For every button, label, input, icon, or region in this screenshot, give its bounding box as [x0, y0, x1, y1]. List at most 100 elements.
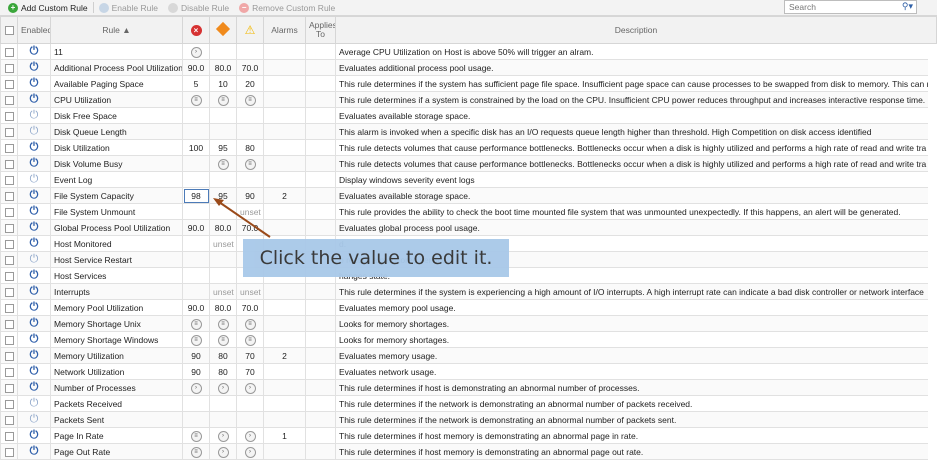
enabled-cell[interactable]: ⏻	[17, 251, 51, 268]
row-checkbox[interactable]	[4, 255, 14, 265]
alarms-count[interactable]	[263, 299, 306, 316]
warning-threshold-cell[interactable]: ≡	[236, 315, 264, 332]
row-checkbox[interactable]	[4, 95, 14, 105]
threshold-value[interactable]: 70	[245, 351, 254, 361]
remove-custom-rule-button[interactable]: − Remove Custom Rule	[234, 0, 340, 16]
row-select-cell[interactable]	[0, 75, 18, 92]
error-threshold-cell[interactable]	[182, 171, 210, 188]
row-select-cell[interactable]	[0, 91, 18, 108]
threshold-value[interactable]: 80	[218, 367, 227, 377]
critical-threshold-cell[interactable]	[209, 251, 237, 268]
expand-threshold-icon[interactable]: ›	[244, 431, 256, 442]
power-on-icon[interactable]: ⏻	[30, 429, 39, 441]
power-on-icon[interactable]: ⏻	[30, 269, 39, 281]
select-all-checkbox[interactable]	[4, 26, 14, 36]
applies-to-cell[interactable]	[305, 363, 336, 380]
alarms-count[interactable]	[263, 219, 306, 236]
row-select-cell[interactable]	[0, 203, 18, 220]
critical-threshold-cell[interactable]: ›	[209, 443, 237, 460]
rule-name[interactable]: Disk Volume Busy	[50, 155, 183, 172]
table-row[interactable]: ⏻ File System Unmount unset This rule provi…	[0, 203, 937, 220]
alarms-count[interactable]	[263, 203, 306, 220]
table-row[interactable]: ⏻ 11 › Average CPU Utilization on Host is a…	[0, 43, 937, 60]
threshold-value[interactable]: 70.0	[242, 63, 259, 73]
list-threshold-icon[interactable]: ≡	[190, 447, 202, 458]
row-checkbox[interactable]	[4, 239, 14, 249]
table-row[interactable]: ⏻ File System Capacity 98 95 90 2 Evaluates av…	[0, 187, 937, 204]
alarms-header[interactable]: Alarms	[263, 16, 306, 44]
power-on-icon[interactable]: ⏻	[30, 221, 39, 233]
critical-threshold-cell[interactable]: ›	[209, 427, 237, 444]
row-checkbox[interactable]	[4, 351, 14, 361]
row-checkbox[interactable]	[4, 271, 14, 281]
alarms-count[interactable]	[263, 315, 306, 332]
table-row[interactable]: ⏻ Memory Shortage Unix ≡ ≡ ≡ Looks for memory…	[0, 315, 937, 332]
warning-threshold-cell[interactable]: 20	[236, 75, 264, 92]
row-select-cell[interactable]	[0, 331, 18, 348]
enabled-cell[interactable]: ⏻	[17, 75, 51, 92]
list-threshold-icon[interactable]: ≡	[244, 319, 256, 330]
row-checkbox[interactable]	[4, 111, 14, 121]
enabled-cell[interactable]: ⏻	[17, 187, 51, 204]
error-threshold-cell[interactable]	[182, 267, 210, 284]
error-threshold-cell[interactable]	[182, 107, 210, 124]
expand-threshold-icon[interactable]: ›	[190, 383, 202, 394]
alarms-count[interactable]	[263, 411, 306, 428]
threshold-value[interactable]: unset	[240, 207, 261, 217]
rule-name[interactable]: Memory Utilization	[50, 347, 183, 364]
row-select-cell[interactable]	[0, 315, 18, 332]
alarms-count[interactable]: 2	[263, 347, 306, 364]
warning-threshold-cell[interactable]: 70.0	[236, 59, 264, 76]
rule-name[interactable]: Global Process Pool Utilization	[50, 219, 183, 236]
error-threshold-cell[interactable]: 90	[182, 363, 210, 380]
rule-name[interactable]: Disk Utilization	[50, 139, 183, 156]
rule-name[interactable]: Host Service Restart	[50, 251, 183, 268]
rule-name[interactable]: Network Utilization	[50, 363, 183, 380]
critical-threshold-cell[interactable]	[209, 203, 237, 220]
applies-to-cell[interactable]	[305, 347, 336, 364]
expand-threshold-icon[interactable]: ›	[244, 447, 256, 458]
row-select-cell[interactable]	[0, 139, 18, 156]
enabled-cell[interactable]: ⏻	[17, 123, 51, 140]
error-threshold-cell[interactable]	[182, 235, 210, 252]
rule-name[interactable]: Packets Received	[50, 395, 183, 412]
error-threshold-cell[interactable]: 90.0	[182, 219, 210, 236]
power-on-icon[interactable]: ⏻	[30, 237, 39, 249]
list-threshold-icon[interactable]: ≡	[244, 95, 256, 106]
rule-name[interactable]: Host Services	[50, 267, 183, 284]
applies-to-cell[interactable]	[305, 283, 336, 300]
rule-name[interactable]: Memory Shortage Windows	[50, 331, 183, 348]
rule-name[interactable]: Interrupts	[50, 283, 183, 300]
power-on-icon[interactable]: ⏻	[30, 157, 39, 169]
warning-threshold-cell[interactable]	[236, 411, 264, 428]
rule-name[interactable]: Additional Process Pool Utilization	[50, 59, 183, 76]
power-on-icon[interactable]: ⏻	[30, 333, 39, 345]
warning-threshold-cell[interactable]: 90	[236, 187, 264, 204]
error-threshold-cell[interactable]	[182, 411, 210, 428]
alarms-count[interactable]	[263, 75, 306, 92]
applies-to-cell[interactable]	[305, 299, 336, 316]
error-header[interactable]: ×	[182, 16, 210, 44]
power-on-icon[interactable]: ⏻	[30, 317, 39, 329]
enabled-cell[interactable]: ⏻	[17, 219, 51, 236]
error-threshold-cell[interactable]	[182, 203, 210, 220]
list-threshold-icon[interactable]: ≡	[190, 335, 202, 346]
applies-to-cell[interactable]	[305, 203, 336, 220]
alarms-count[interactable]	[263, 443, 306, 460]
critical-threshold-cell[interactable]: 95	[209, 187, 237, 204]
row-checkbox[interactable]	[4, 191, 14, 201]
warning-threshold-cell[interactable]: 70.0	[236, 219, 264, 236]
warning-threshold-cell[interactable]	[236, 171, 264, 188]
warning-threshold-cell[interactable]: 80	[236, 139, 264, 156]
rule-name[interactable]: Page In Rate	[50, 427, 183, 444]
threshold-value[interactable]: 90.0	[188, 223, 205, 233]
row-select-cell[interactable]	[0, 443, 18, 460]
row-checkbox[interactable]	[4, 431, 14, 441]
error-threshold-cell[interactable]: 90	[182, 347, 210, 364]
list-threshold-icon[interactable]: ≡	[217, 159, 229, 170]
rule-name[interactable]: Number of Processes	[50, 379, 183, 396]
alarms-count[interactable]	[263, 139, 306, 156]
expand-threshold-icon[interactable]: ›	[217, 431, 229, 442]
critical-threshold-cell[interactable]: ›	[209, 379, 237, 396]
applies-to-cell[interactable]	[305, 443, 336, 460]
